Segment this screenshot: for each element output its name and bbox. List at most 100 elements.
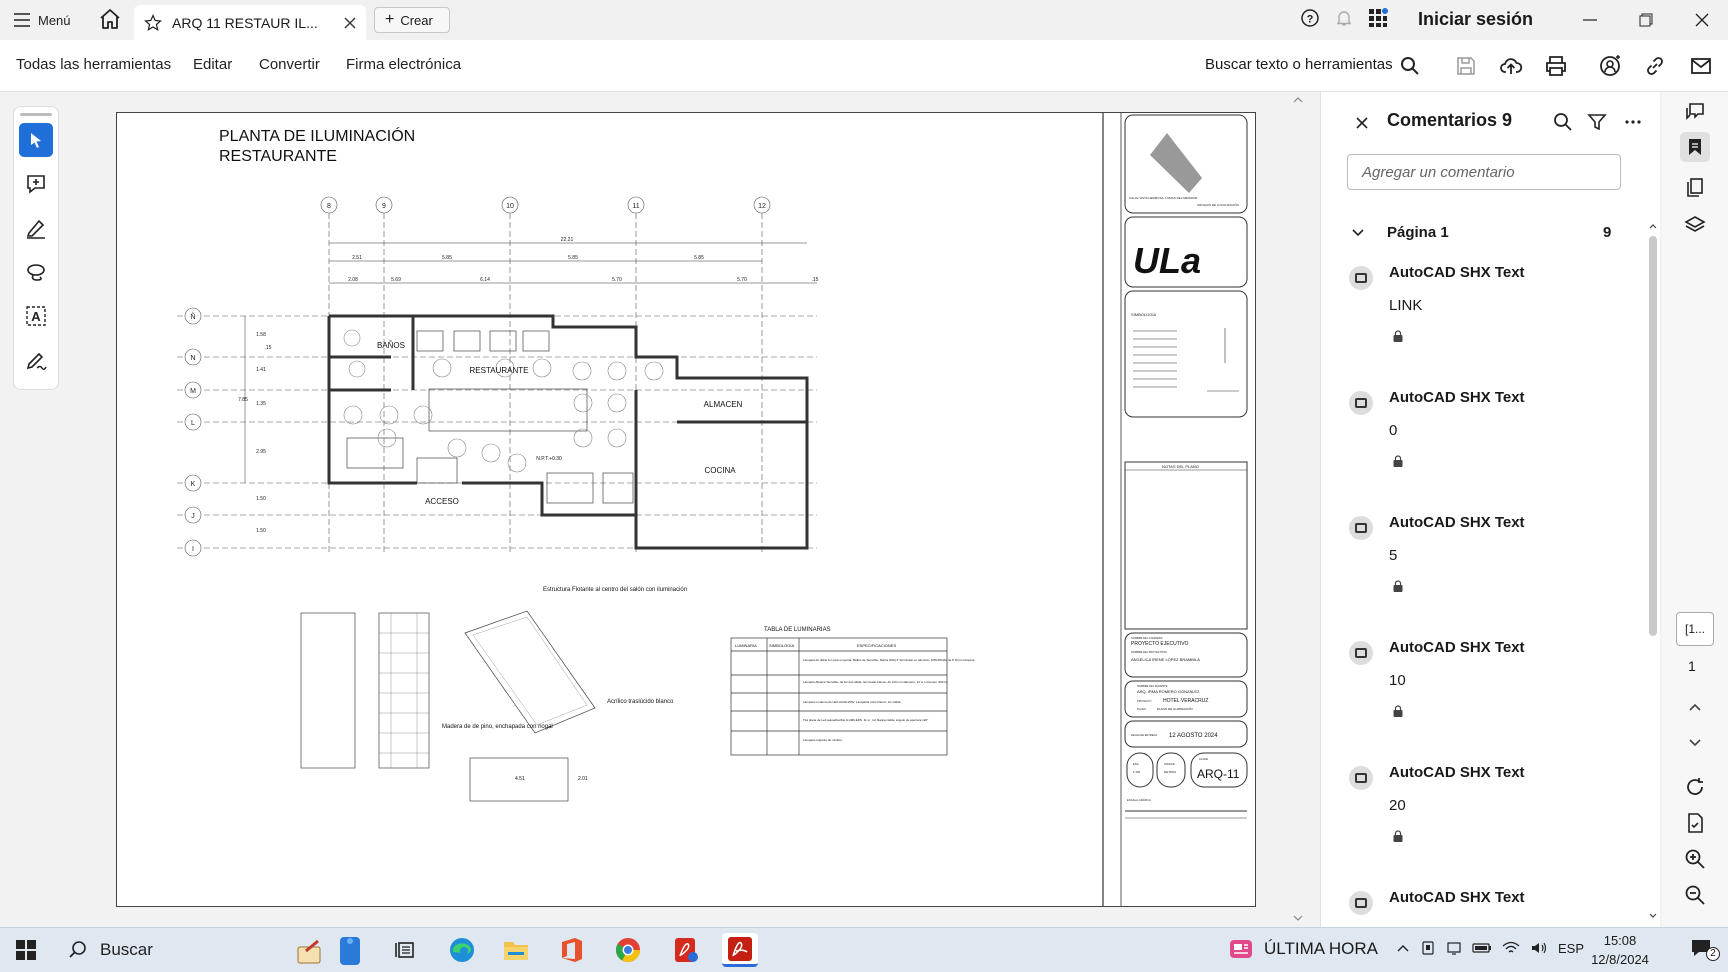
taskbar-task-view[interactable]: [386, 933, 422, 967]
notification-count: 2: [1706, 947, 1720, 961]
pdf-page[interactable]: PLANTA DE ILUMINACIÓN RESTAURANTE 8 9 10…: [116, 112, 1256, 907]
windows-start-icon[interactable]: [16, 940, 36, 960]
chevron-up-icon[interactable]: [1396, 942, 1410, 954]
next-page-button[interactable]: [1680, 728, 1710, 758]
select-tool[interactable]: [19, 123, 53, 157]
network-monitor-icon[interactable]: [1446, 940, 1462, 956]
close-tab-icon[interactable]: [344, 17, 356, 29]
document-canvas[interactable]: PLANTA DE ILUMINACIÓN RESTAURANTE 8 9 10…: [96, 92, 1278, 927]
simbologia-label: SIMBOLOGÍA: [1131, 312, 1156, 317]
task-view-icon: [395, 942, 414, 958]
menu-all-tools[interactable]: Todas las herramientas: [16, 56, 171, 73]
chevron-down-icon[interactable]: [1351, 228, 1365, 238]
taskbar-clock[interactable]: 15:08 12/8/2024: [1590, 931, 1650, 969]
upload-cloud-icon[interactable]: [1499, 54, 1523, 78]
help-icon[interactable]: ?: [1300, 8, 1320, 28]
taskbar-widget-art[interactable]: [290, 933, 370, 967]
table-row-2: Lámpara Albania Tecnolite, de luz led cá…: [803, 680, 948, 684]
filter-icon[interactable]: [1587, 112, 1607, 132]
title-bar: Menú ARQ 11 RESTAUR IL... + Crear ? Inic…: [0, 0, 1728, 40]
search-icon: [69, 941, 86, 958]
document-scrollbar[interactable]: [1290, 92, 1306, 927]
taskbar-office[interactable]: [554, 933, 590, 967]
wifi-icon[interactable]: [1502, 941, 1520, 955]
lock-icon: [1393, 580, 1403, 592]
bookmarks-panel-button[interactable]: [1680, 132, 1710, 162]
freehand-tool[interactable]: [19, 255, 53, 289]
comment-item[interactable]: AutoCAD SHX Text 0: [1347, 385, 1627, 510]
add-comment-tool[interactable]: [19, 167, 53, 201]
fit-page-button[interactable]: [1680, 808, 1710, 838]
scroll-up-icon[interactable]: [1290, 94, 1306, 106]
device-icon[interactable]: [1420, 940, 1436, 956]
page-group-header[interactable]: Página 1 9: [1351, 222, 1621, 246]
minimize-button[interactable]: [1574, 6, 1606, 34]
close-panel-icon[interactable]: [1355, 116, 1369, 130]
main-toolbar: Todas las herramientas Editar Convertir …: [0, 40, 1728, 92]
sign-tool[interactable]: [19, 343, 53, 377]
acrobat-icon: [728, 936, 752, 961]
comment-item[interactable]: AutoCAD SHX Text 5: [1347, 510, 1627, 635]
more-options-icon[interactable]: [1623, 112, 1643, 132]
taskbar-file-explorer[interactable]: [498, 933, 534, 967]
comment-item[interactable]: AutoCAD SHX Text 20: [1347, 760, 1627, 885]
zoom-in-button[interactable]: [1680, 844, 1710, 874]
rail-grip[interactable]: [20, 113, 52, 116]
layers-panel-button[interactable]: [1680, 210, 1710, 240]
link-icon[interactable]: [1643, 54, 1667, 78]
previous-page-button[interactable]: [1680, 692, 1710, 722]
comments-panel-button[interactable]: [1680, 96, 1710, 126]
pages-panel-button[interactable]: [1680, 172, 1710, 202]
location-subcaption: CROQUIS DE LOCALIZACIÓN: [1197, 202, 1239, 207]
mail-icon[interactable]: [1689, 54, 1713, 78]
highlight-tool[interactable]: [19, 211, 53, 245]
create-button[interactable]: + Crear: [374, 7, 450, 33]
scroll-up-icon[interactable]: [1649, 222, 1657, 230]
battery-icon[interactable]: [1472, 941, 1492, 955]
search-tools-label[interactable]: Buscar texto o herramientas: [1205, 56, 1393, 73]
taskbar-acrobat-reader[interactable]: [668, 933, 704, 967]
text-box-tool[interactable]: A: [19, 299, 53, 333]
add-comment-input[interactable]: Agregar un comentario: [1347, 154, 1621, 190]
rotate-button[interactable]: [1680, 772, 1710, 802]
comments-scroll-thumb[interactable]: [1649, 236, 1657, 636]
taskbar-news-widget[interactable]: ÚLTIMA HORA: [1228, 938, 1378, 960]
comment-item[interactable]: AutoCAD SHX Text LINK: [1347, 260, 1627, 385]
notification-center-button[interactable]: 2: [1690, 937, 1720, 965]
search-icon[interactable]: [1398, 54, 1422, 78]
restore-button[interactable]: [1630, 6, 1662, 34]
save-icon[interactable]: [1454, 54, 1478, 78]
share-user-icon[interactable]: [1598, 54, 1622, 78]
scroll-down-icon[interactable]: [1649, 912, 1657, 920]
bell-icon[interactable]: [1334, 8, 1354, 28]
axis-row-j: J: [191, 513, 195, 520]
plus-icon: +: [385, 11, 395, 28]
taskbar-edge[interactable]: [444, 933, 480, 967]
comments-scrollbar[interactable]: [1649, 222, 1657, 922]
comments-title: Comentarios 9: [1387, 110, 1513, 130]
taskbar-chrome[interactable]: [610, 933, 646, 967]
signin-button[interactable]: Iniciar sesión: [1418, 9, 1533, 30]
menu-e-signature[interactable]: Firma electrónica: [346, 56, 461, 73]
menu-convert[interactable]: Convertir: [259, 56, 320, 73]
search-comments-icon[interactable]: [1553, 112, 1573, 132]
apps-grid-icon[interactable]: [1368, 8, 1388, 28]
proyecto-ejecutivo: PROYECTO EJECUTIVO: [1131, 641, 1189, 647]
comment-text: LINK: [1389, 297, 1423, 314]
home-button[interactable]: [98, 8, 124, 32]
menu-button[interactable]: Menú: [14, 9, 71, 31]
comment-item[interactable]: AutoCAD SHX Text 10: [1347, 635, 1627, 760]
zoom-out-button[interactable]: [1680, 880, 1710, 910]
print-icon[interactable]: [1544, 54, 1568, 78]
svg-text:A: A: [31, 309, 41, 324]
clave-label: CLAVE: [1199, 757, 1208, 761]
star-icon[interactable]: [144, 13, 162, 32]
taskbar-acrobat-active[interactable]: [722, 933, 758, 967]
close-window-button[interactable]: [1686, 6, 1718, 34]
volume-icon[interactable]: [1530, 941, 1548, 955]
page-thumbnail-box[interactable]: [1...: [1676, 612, 1714, 646]
document-tab[interactable]: ARQ 11 RESTAUR IL...: [134, 5, 366, 40]
scroll-down-icon[interactable]: [1290, 912, 1306, 924]
menu-edit[interactable]: Editar: [193, 56, 232, 73]
language-indicator[interactable]: ESP: [1558, 941, 1584, 956]
